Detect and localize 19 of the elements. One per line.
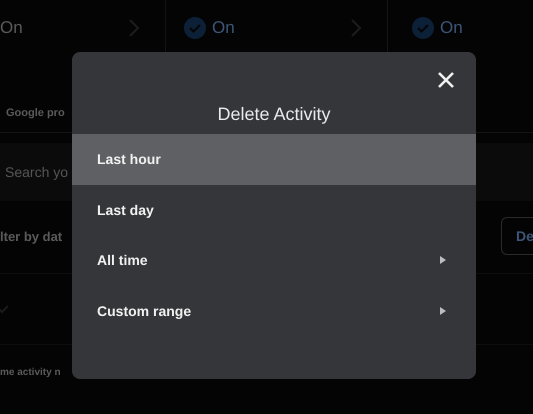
delete-button[interactable]: De [501, 217, 533, 255]
activity-note: me activity n [0, 367, 62, 378]
check-icon [412, 17, 434, 39]
submenu-arrow-icon [440, 256, 446, 264]
status-text: On [440, 18, 464, 38]
menu-item[interactable]: Custom range [72, 286, 476, 336]
menu-item[interactable]: Last day [72, 184, 476, 235]
chip-label[interactable]: Google pro [6, 107, 65, 119]
filter-label[interactable]: lter by dat [0, 228, 62, 244]
menu-item[interactable]: Last hour [72, 134, 476, 184]
chevron-right-icon[interactable] [349, 18, 363, 38]
setting-card[interactable]: On [388, 0, 533, 52]
check-icon [184, 17, 206, 39]
chevron-right-icon[interactable] [127, 18, 141, 38]
menu-item[interactable]: All time [72, 235, 476, 286]
status-text: On [212, 18, 236, 38]
status-text: On [0, 18, 24, 38]
dialog-title: Delete Activity [216, 104, 332, 125]
submenu-arrow-icon [440, 306, 446, 315]
